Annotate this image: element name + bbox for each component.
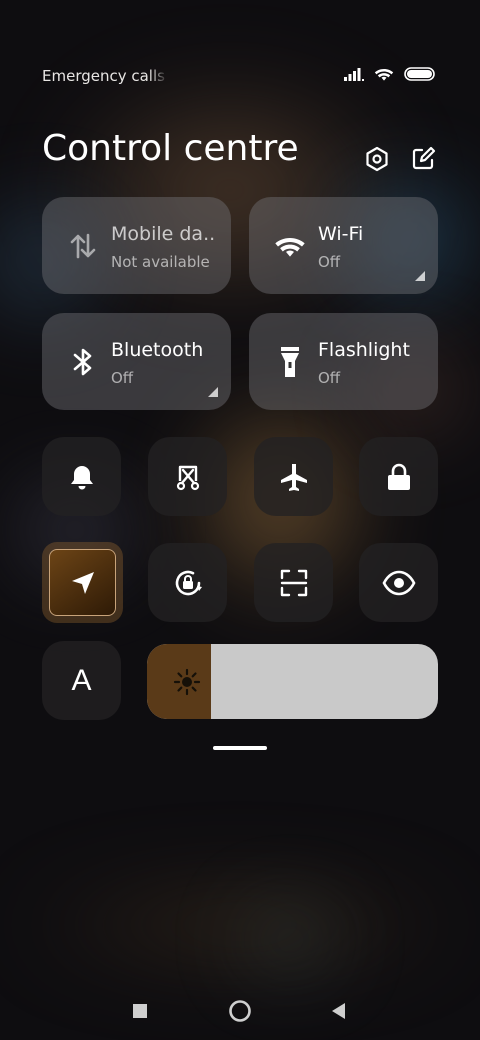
airplane-icon [280, 463, 307, 491]
page-title: Control centre [42, 128, 299, 169]
toggle-lock[interactable] [359, 437, 438, 516]
tile-flashlight-status: Off [318, 369, 341, 387]
battery-icon [404, 67, 435, 81]
toggle-location[interactable] [49, 549, 116, 616]
tile-wifi-label: Wi-Fi [318, 223, 364, 245]
toggle-screenshot[interactable] [148, 437, 227, 516]
tile-mobile-data[interactable]: Mobile da.. Not available [42, 197, 231, 294]
bluetooth-icon [66, 343, 100, 381]
toggle-airplane[interactable] [254, 437, 333, 516]
recents-button[interactable] [127, 998, 153, 1024]
tile-mobile-data-label: Mobile da.. [111, 223, 216, 245]
edit-icon[interactable] [408, 144, 438, 174]
signal-icon [344, 68, 364, 81]
back-icon [332, 1003, 345, 1019]
wifi-icon [273, 227, 307, 265]
brightness-slider[interactable] [147, 644, 438, 719]
toggle-rotation-lock[interactable] [148, 543, 227, 622]
tile-bluetooth-status: Off [111, 369, 134, 387]
status-icons [344, 66, 435, 82]
font-size-button[interactable]: A [42, 641, 121, 720]
carrier-status-text: Emergency calls o [42, 67, 168, 85]
home-button[interactable] [227, 998, 253, 1024]
sun-icon [173, 668, 201, 696]
tile-mobile-data-status: Not available [111, 253, 210, 271]
expand-corner-icon[interactable] [208, 387, 218, 397]
tile-bluetooth-label: Bluetooth [111, 339, 204, 361]
screenshot-icon [176, 465, 199, 490]
toggle-reading-mode[interactable] [359, 543, 438, 622]
toggle-silent[interactable] [42, 437, 121, 516]
lock-icon [387, 463, 410, 490]
drag-handle[interactable] [213, 746, 267, 750]
scan-icon [280, 569, 307, 596]
tile-wifi[interactable]: Wi-Fi Off [249, 197, 438, 294]
flashlight-icon [273, 343, 307, 381]
settings-icon[interactable] [362, 144, 392, 174]
tile-wifi-status: Off [318, 253, 341, 271]
location-icon [71, 571, 94, 594]
recents-icon [133, 1004, 147, 1018]
back-button[interactable] [325, 998, 351, 1024]
tile-bluetooth[interactable]: Bluetooth Off [42, 313, 231, 410]
rotation-lock-icon [175, 570, 202, 595]
eye-icon [382, 570, 415, 595]
bell-icon [70, 465, 93, 489]
mobile-data-icon [66, 227, 100, 265]
wifi-icon [374, 69, 394, 81]
tile-flashlight-label: Flashlight [318, 339, 410, 361]
toggle-scanner[interactable] [254, 543, 333, 622]
expand-corner-icon[interactable] [415, 271, 425, 281]
home-icon [229, 1000, 251, 1022]
font-size-label: A [71, 663, 92, 697]
tile-flashlight[interactable]: Flashlight Off [249, 313, 438, 410]
